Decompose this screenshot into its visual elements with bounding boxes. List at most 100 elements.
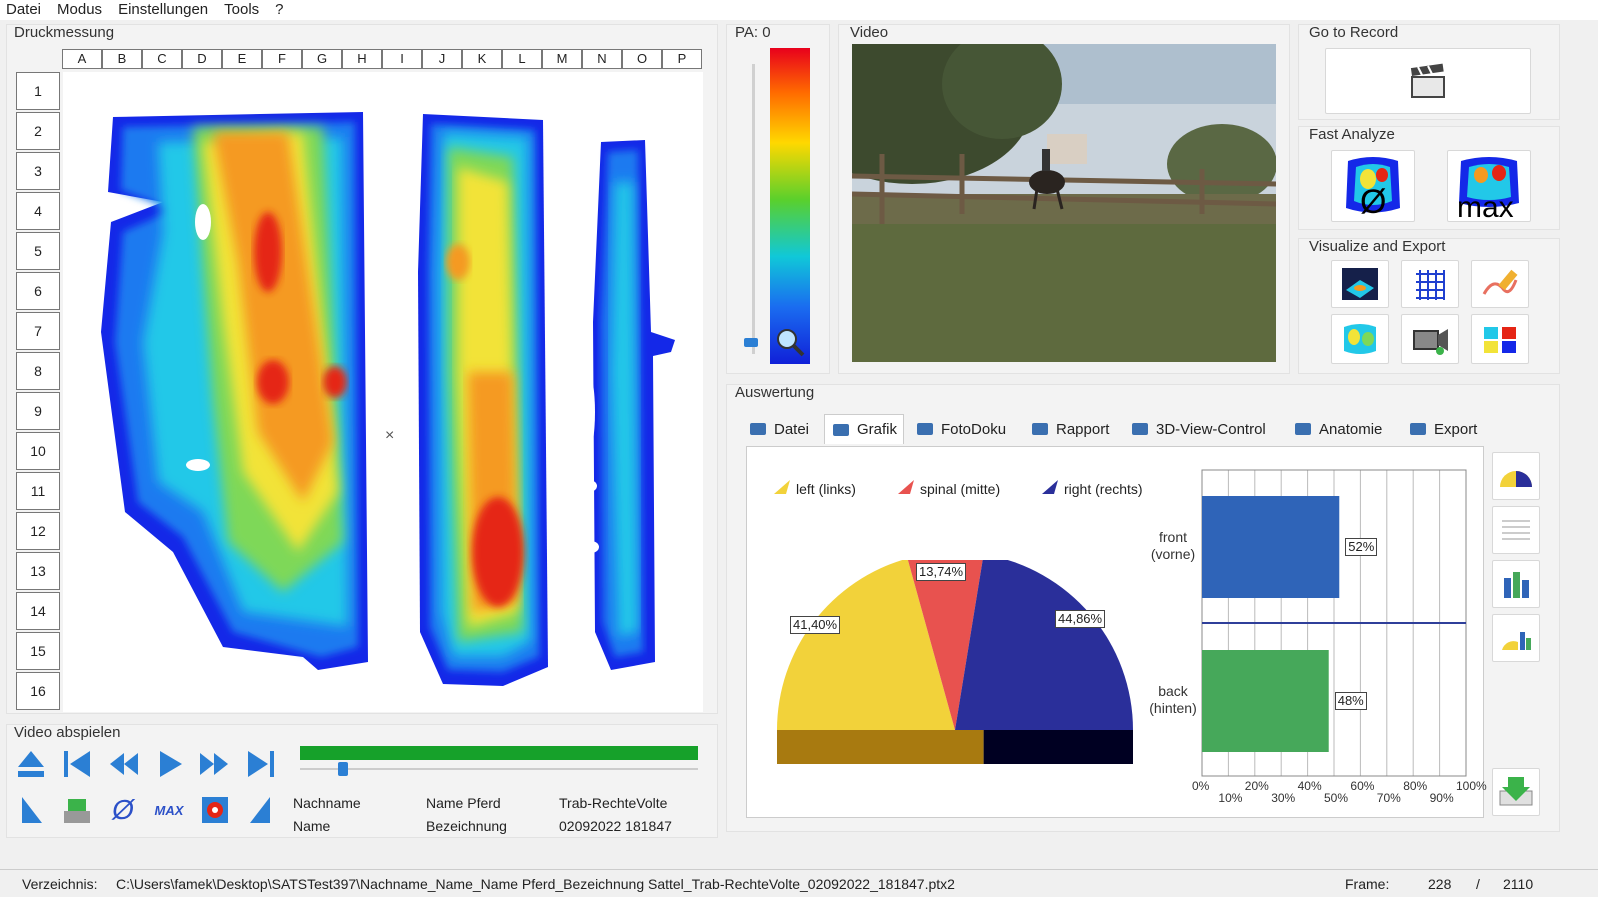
average-button[interactable]: Ø [104,790,142,830]
row-header: 7 [16,312,60,350]
fast-forward-icon [200,753,228,775]
visualize-video-button[interactable] [1401,314,1459,364]
scale-title: PA: 0 [735,24,771,41]
visualize-draw-button[interactable] [1471,260,1529,308]
export-download-button[interactable] [1492,768,1540,816]
rewind-button[interactable] [104,744,142,784]
visualize-3d-button[interactable] [1331,260,1389,308]
pie-value-label: 41,40% [790,616,841,634]
axis-tick-label: 100% [1456,779,1487,793]
multi-map-icon [1484,327,1516,353]
menu-modus[interactable]: Modus [51,0,112,20]
column-header: O [622,49,662,69]
column-header: B [102,49,142,69]
row-header: 13 [16,552,60,590]
scale-slider-track[interactable] [752,64,755,354]
chart-type-mixed-button[interactable] [1492,614,1540,662]
scale-slider-thumb[interactable] [744,338,758,347]
visualize-colormap-button[interactable] [1331,314,1389,364]
tab-label: 3D-View-Control [1156,420,1266,438]
play-button[interactable] [150,744,188,784]
eject-icon [18,751,44,777]
column-header: F [262,49,302,69]
monitor-icon [1408,420,1428,438]
record-marker-button[interactable] [196,790,234,830]
download-icon [1499,777,1533,806]
triangle-right-icon [250,797,270,823]
row-header: 12 [16,512,60,550]
tab-label: Export [1434,420,1478,438]
tab-anatomie[interactable]: Anatomie [1293,414,1382,444]
progress-fill [300,746,698,760]
fast-max-button[interactable]: max [1447,150,1531,222]
mixed-chart-icon [1502,632,1531,650]
skip-forward-icon [248,751,274,777]
row-header: 4 [16,192,60,230]
column-header: D [182,49,222,69]
visualize-grid-button[interactable] [1401,260,1459,308]
video-camera-icon [1413,329,1448,355]
mark-end-button[interactable] [242,790,280,830]
first-frame-button[interactable] [58,744,96,784]
play-icon [160,751,182,777]
menu-help[interactable]: ? [269,0,293,20]
left-pressure-area [101,112,368,670]
magnifier-icon[interactable] [774,326,806,358]
row-header: 9 [16,392,60,430]
bar-category-label: front (vorne) [1150,529,1196,562]
tab-label: FotoDoku [941,420,1007,438]
video-title: Video [850,24,889,41]
progress-bar[interactable] [300,746,698,760]
chart-type-table-button[interactable] [1492,506,1540,554]
video-frame[interactable] [852,44,1276,362]
info-trab: Trab-RechteVolte [559,795,668,811]
info-name: Name [293,818,331,834]
menu-einstellungen[interactable]: Einstellungen [112,0,218,20]
tab-fotodoku[interactable]: FotoDoku [915,414,1006,444]
timeline-track[interactable] [300,768,698,770]
tab-export[interactable]: Export [1408,414,1477,444]
mark-start-button[interactable] [12,790,50,830]
status-frame-label: Frame: [1345,876,1390,892]
axis-tick-label: 10% [1218,791,1243,805]
row-header: 8 [16,352,60,390]
goto-record-button[interactable] [1325,48,1531,114]
tab-datei[interactable]: Datei [748,414,809,444]
table-icon [1502,520,1530,540]
fast-forward-button[interactable] [196,744,234,784]
tab-grafik[interactable]: Grafik [824,414,905,444]
bar [1202,650,1329,752]
max-button[interactable]: MAX [150,790,188,830]
column-header: G [302,49,342,69]
axis-tick-label: 60% [1350,779,1375,793]
eject-button[interactable] [12,744,50,784]
menu-tools[interactable]: Tools [218,0,269,20]
average-symbol: Ø [1360,183,1386,219]
scale-icon [64,799,90,823]
scale-button[interactable] [58,790,96,830]
menu-datei[interactable]: Datei [0,0,51,20]
row-header: 14 [16,592,60,630]
heatmap-max-icon: max [1457,157,1519,219]
legend-label: spinal (mitte) [920,480,1001,497]
pie-slice [955,560,1133,730]
row-header: 3 [16,152,60,190]
timeline-thumb[interactable] [337,762,348,776]
last-frame-button[interactable] [242,744,280,784]
colormap-icon [1344,324,1376,354]
column-header: E [222,49,262,69]
axis-tick-label: 90% [1429,791,1454,805]
fast-average-button[interactable]: Ø [1331,150,1415,222]
tab-3d-view-control[interactable]: 3D-View-Control [1130,414,1266,444]
pie-base-right [983,730,1133,764]
chart-type-halfpie-button[interactable] [1492,452,1540,500]
info-bezeichnung: Bezeichnung [426,818,507,834]
tab-rapport[interactable]: Rapport [1030,414,1109,444]
chart-type-bars-button[interactable] [1492,560,1540,608]
column-header: H [342,49,382,69]
playback-title: Video abspielen [14,724,121,741]
half-pie-chart [777,560,1133,764]
visualize-multi-button[interactable] [1471,314,1529,364]
column-header: L [502,49,542,69]
axis-tick-label: 70% [1376,791,1401,805]
